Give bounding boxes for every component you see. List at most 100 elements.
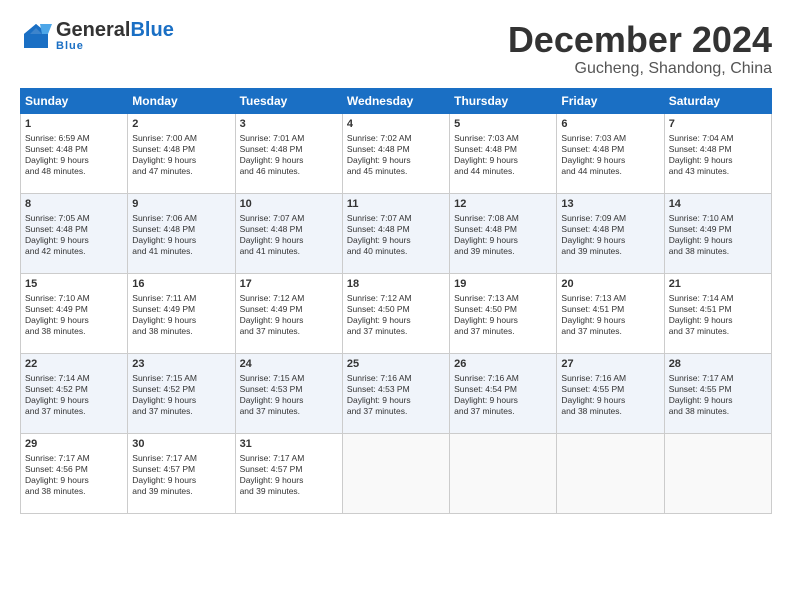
day-info: Daylight: 9 hours	[347, 315, 445, 326]
day-info: and 38 minutes.	[25, 486, 123, 497]
day-info: Daylight: 9 hours	[347, 155, 445, 166]
title-block: December 2024 Gucheng, Shandong, China	[508, 20, 772, 78]
day-info: and 44 minutes.	[561, 166, 659, 177]
day-info: and 37 minutes.	[454, 406, 552, 417]
logo-tagline: Blue	[56, 40, 174, 52]
day-number: 20	[561, 277, 659, 291]
calendar-cell: 19Sunrise: 7:13 AMSunset: 4:50 PMDayligh…	[450, 273, 557, 353]
calendar-cell: 8Sunrise: 7:05 AMSunset: 4:48 PMDaylight…	[21, 193, 128, 273]
day-info: Sunrise: 7:16 AM	[561, 373, 659, 384]
calendar-cell: 6Sunrise: 7:03 AMSunset: 4:48 PMDaylight…	[557, 113, 664, 193]
calendar-cell: 5Sunrise: 7:03 AMSunset: 4:48 PMDaylight…	[450, 113, 557, 193]
day-info: Daylight: 9 hours	[561, 395, 659, 406]
day-number: 11	[347, 197, 445, 211]
day-info: Daylight: 9 hours	[25, 315, 123, 326]
day-info: Sunset: 4:49 PM	[25, 304, 123, 315]
calendar-cell: 26Sunrise: 7:16 AMSunset: 4:54 PMDayligh…	[450, 353, 557, 433]
day-number: 29	[25, 437, 123, 451]
day-info: Sunrise: 7:10 AM	[25, 293, 123, 304]
day-info: and 37 minutes.	[454, 326, 552, 337]
day-info: Sunset: 4:49 PM	[240, 304, 338, 315]
calendar-cell: 14Sunrise: 7:10 AMSunset: 4:49 PMDayligh…	[664, 193, 771, 273]
calendar-cell: 21Sunrise: 7:14 AMSunset: 4:51 PMDayligh…	[664, 273, 771, 353]
day-info: Daylight: 9 hours	[669, 395, 767, 406]
day-number: 22	[25, 357, 123, 371]
day-number: 13	[561, 197, 659, 211]
weekday-header: Friday	[557, 88, 664, 113]
calendar-cell	[342, 433, 449, 513]
day-info: Sunrise: 6:59 AM	[25, 133, 123, 144]
day-info: Sunrise: 7:10 AM	[669, 213, 767, 224]
day-info: Sunset: 4:49 PM	[132, 304, 230, 315]
weekday-header: Wednesday	[342, 88, 449, 113]
day-info: Daylight: 9 hours	[669, 235, 767, 246]
day-info: Sunrise: 7:15 AM	[132, 373, 230, 384]
calendar-week-row: 22Sunrise: 7:14 AMSunset: 4:52 PMDayligh…	[21, 353, 772, 433]
day-info: and 39 minutes.	[561, 246, 659, 257]
calendar-cell: 16Sunrise: 7:11 AMSunset: 4:49 PMDayligh…	[128, 273, 235, 353]
calendar-cell: 9Sunrise: 7:06 AMSunset: 4:48 PMDaylight…	[128, 193, 235, 273]
day-info: Sunrise: 7:12 AM	[240, 293, 338, 304]
day-number: 5	[454, 117, 552, 131]
day-info: Daylight: 9 hours	[25, 155, 123, 166]
day-info: and 47 minutes.	[132, 166, 230, 177]
day-info: Sunrise: 7:11 AM	[132, 293, 230, 304]
calendar-cell: 12Sunrise: 7:08 AMSunset: 4:48 PMDayligh…	[450, 193, 557, 273]
day-info: Sunrise: 7:16 AM	[347, 373, 445, 384]
day-info: Sunset: 4:48 PM	[132, 224, 230, 235]
day-info: Sunset: 4:50 PM	[347, 304, 445, 315]
day-info: Sunset: 4:57 PM	[132, 464, 230, 475]
day-info: Sunrise: 7:14 AM	[25, 373, 123, 384]
day-info: and 39 minutes.	[454, 246, 552, 257]
day-info: Daylight: 9 hours	[132, 395, 230, 406]
day-info: Sunset: 4:55 PM	[561, 384, 659, 395]
day-number: 23	[132, 357, 230, 371]
day-number: 16	[132, 277, 230, 291]
day-info: Daylight: 9 hours	[240, 315, 338, 326]
day-info: and 39 minutes.	[132, 486, 230, 497]
day-info: Sunset: 4:56 PM	[25, 464, 123, 475]
calendar-cell: 15Sunrise: 7:10 AMSunset: 4:49 PMDayligh…	[21, 273, 128, 353]
day-info: and 48 minutes.	[25, 166, 123, 177]
day-info: and 37 minutes.	[240, 326, 338, 337]
day-info: Sunset: 4:48 PM	[240, 224, 338, 235]
day-info: Sunset: 4:48 PM	[25, 144, 123, 155]
logo-icon	[20, 20, 52, 52]
day-info: Sunset: 4:48 PM	[25, 224, 123, 235]
calendar-cell: 11Sunrise: 7:07 AMSunset: 4:48 PMDayligh…	[342, 193, 449, 273]
day-number: 1	[25, 117, 123, 131]
day-info: Daylight: 9 hours	[454, 395, 552, 406]
day-info: and 38 minutes.	[561, 406, 659, 417]
calendar-week-row: 29Sunrise: 7:17 AMSunset: 4:56 PMDayligh…	[21, 433, 772, 513]
day-info: Daylight: 9 hours	[561, 315, 659, 326]
day-info: Daylight: 9 hours	[454, 315, 552, 326]
logo-general: General	[56, 19, 130, 41]
day-info: Sunset: 4:49 PM	[669, 224, 767, 235]
day-info: Daylight: 9 hours	[347, 395, 445, 406]
calendar-cell: 2Sunrise: 7:00 AMSunset: 4:48 PMDaylight…	[128, 113, 235, 193]
day-info: Sunset: 4:53 PM	[240, 384, 338, 395]
calendar-cell: 3Sunrise: 7:01 AMSunset: 4:48 PMDaylight…	[235, 113, 342, 193]
day-info: and 39 minutes.	[240, 486, 338, 497]
day-info: Sunset: 4:51 PM	[669, 304, 767, 315]
calendar-week-row: 15Sunrise: 7:10 AMSunset: 4:49 PMDayligh…	[21, 273, 772, 353]
day-number: 9	[132, 197, 230, 211]
calendar-cell: 27Sunrise: 7:16 AMSunset: 4:55 PMDayligh…	[557, 353, 664, 433]
day-info: Sunset: 4:54 PM	[454, 384, 552, 395]
calendar-cell: 22Sunrise: 7:14 AMSunset: 4:52 PMDayligh…	[21, 353, 128, 433]
day-info: and 37 minutes.	[25, 406, 123, 417]
day-info: Daylight: 9 hours	[669, 315, 767, 326]
day-info: Daylight: 9 hours	[240, 155, 338, 166]
day-info: Daylight: 9 hours	[25, 395, 123, 406]
day-info: and 38 minutes.	[669, 246, 767, 257]
calendar-cell: 18Sunrise: 7:12 AMSunset: 4:50 PMDayligh…	[342, 273, 449, 353]
weekday-header: Sunday	[21, 88, 128, 113]
day-info: Daylight: 9 hours	[240, 395, 338, 406]
day-info: Daylight: 9 hours	[561, 235, 659, 246]
calendar-cell: 10Sunrise: 7:07 AMSunset: 4:48 PMDayligh…	[235, 193, 342, 273]
day-info: Daylight: 9 hours	[240, 475, 338, 486]
header: GeneralBlue Blue December 2024 Gucheng, …	[20, 20, 772, 78]
day-number: 3	[240, 117, 338, 131]
page: GeneralBlue Blue December 2024 Gucheng, …	[0, 0, 792, 612]
day-info: Sunset: 4:50 PM	[454, 304, 552, 315]
